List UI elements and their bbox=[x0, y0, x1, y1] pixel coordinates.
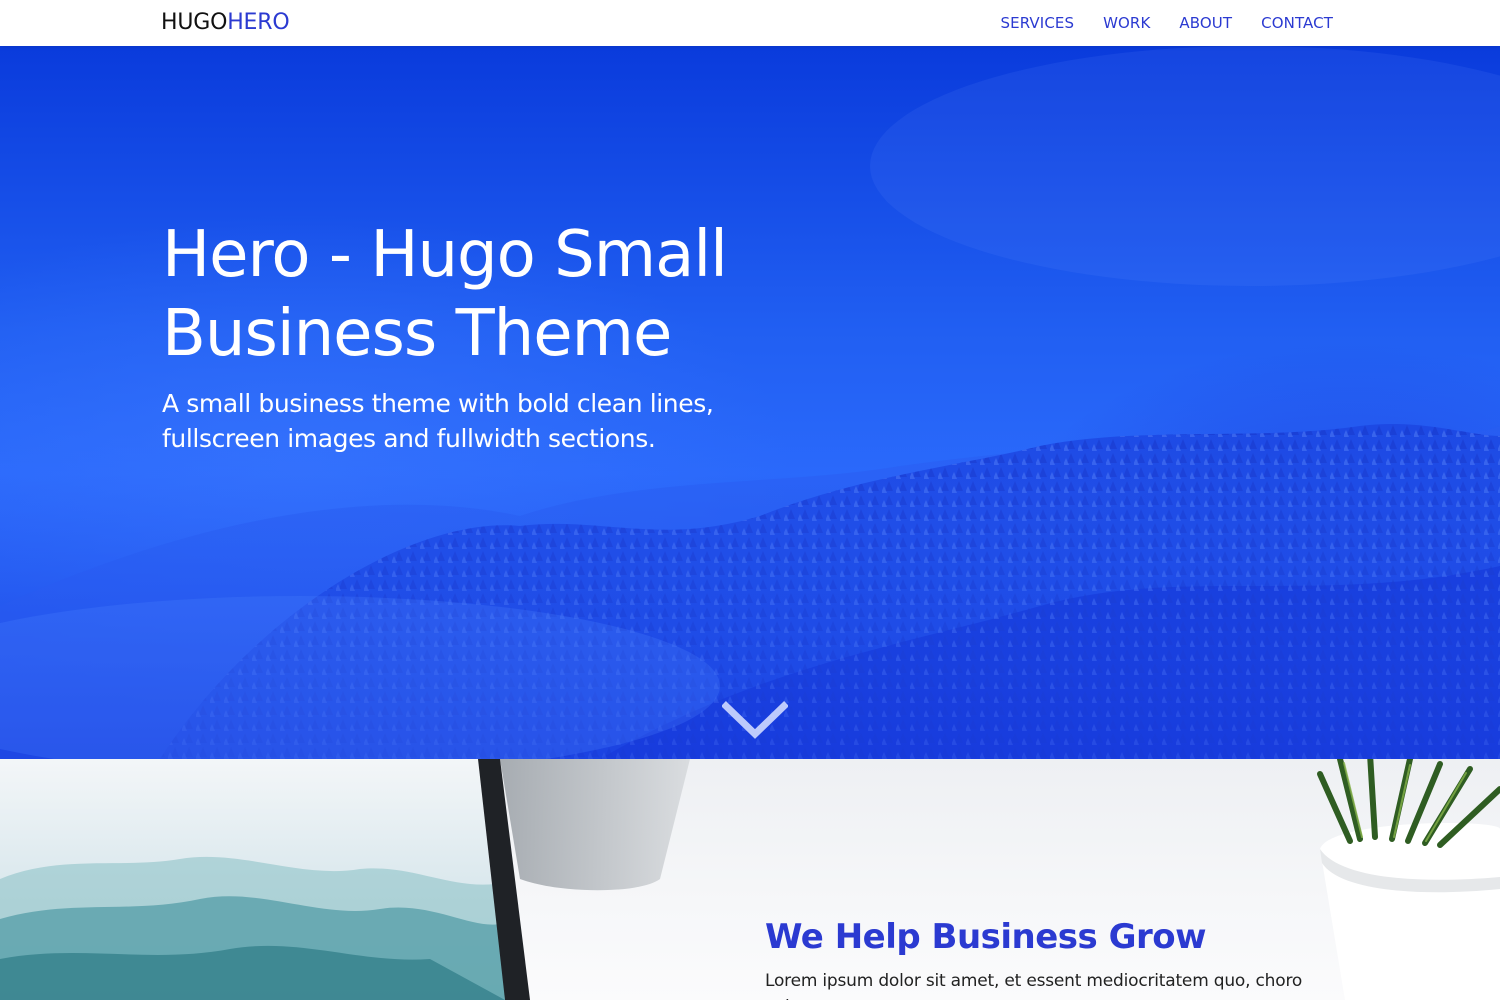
hero-subtitle: A small business theme with bold clean l… bbox=[162, 389, 714, 453]
services-text: Lorem ipsum dolor sit amet, et essent me… bbox=[765, 971, 1303, 1000]
services-section: We Help Business Grow Lorem ipsum dolor … bbox=[0, 759, 1500, 1000]
hero-title: Hero - Hugo Small Business Theme bbox=[162, 218, 728, 371]
chevron-down-icon[interactable] bbox=[721, 700, 789, 740]
nav-item-about[interactable]: ABOUT bbox=[1179, 14, 1232, 32]
nav-item-work[interactable]: WORK bbox=[1103, 14, 1150, 32]
hero-section: Hero - Hugo Small Business Theme A small… bbox=[0, 46, 1500, 759]
desk-photo-image bbox=[0, 759, 1500, 1000]
nav-item-services[interactable]: SERVICES bbox=[1001, 14, 1075, 32]
brand-part-hugo: HUGO bbox=[161, 10, 228, 35]
top-navbar: HUGOHERO SERVICES WORK ABOUT CONTACT bbox=[0, 0, 1500, 46]
brand-logo[interactable]: HUGOHERO bbox=[161, 10, 290, 35]
services-title: We Help Business Grow bbox=[765, 917, 1207, 957]
main-nav: SERVICES WORK ABOUT CONTACT bbox=[1001, 14, 1333, 32]
brand-part-hero: HERO bbox=[227, 10, 290, 35]
nav-item-contact[interactable]: CONTACT bbox=[1261, 14, 1333, 32]
